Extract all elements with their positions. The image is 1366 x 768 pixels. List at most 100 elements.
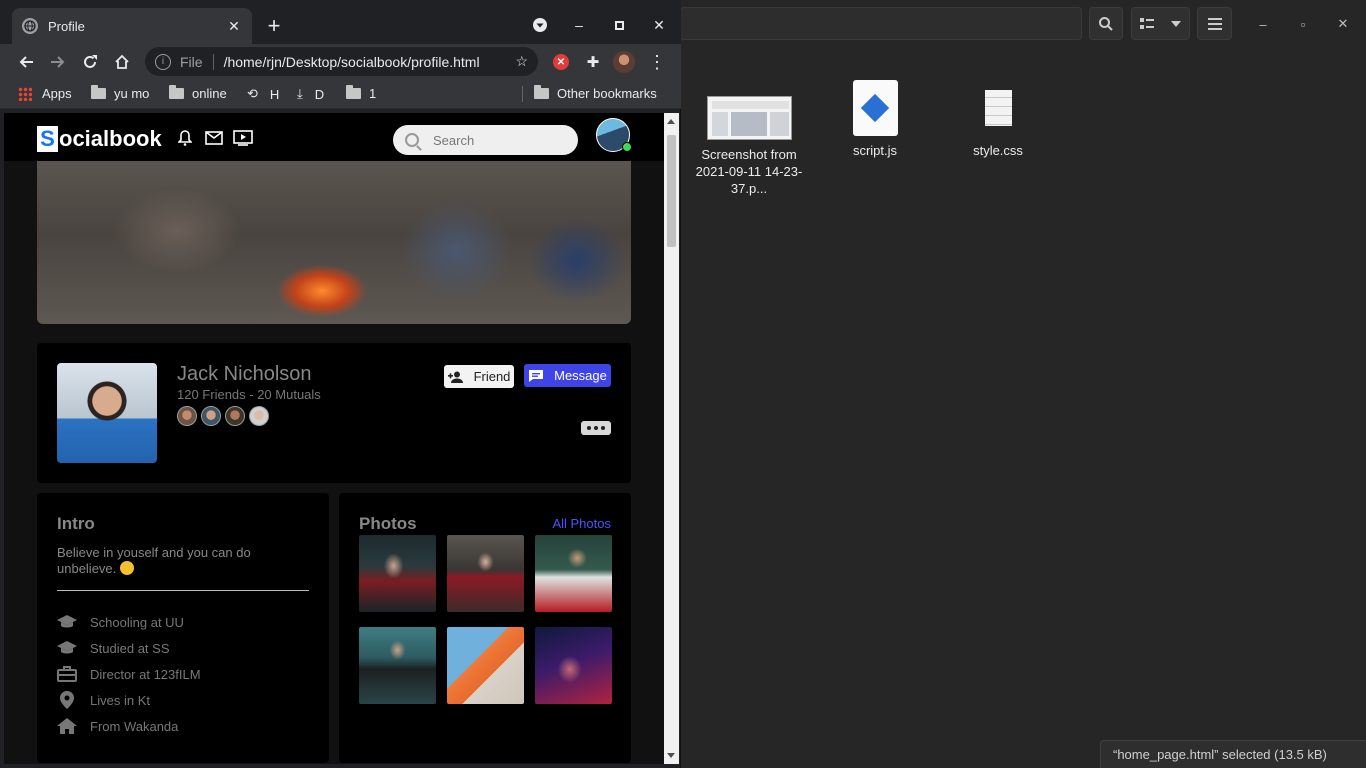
bookmark-d[interactable]: ⤓ D [297,86,324,102]
browser-menu-button[interactable]: ⋮ [644,49,670,75]
browser-window: Profile ✕ + – ✕ i File /home/rjn/Desktop… [0,0,681,768]
file-item[interactable]: style.css [943,80,1053,159]
intro-item: Schooling at UU [57,609,201,635]
intro-list: Schooling at UU Studied at SS Director a… [57,609,201,739]
view-toggle-button[interactable] [1131,7,1190,40]
bookmark-h[interactable]: ⟲ H [247,86,279,102]
mutual-avatar[interactable] [201,406,221,426]
site-navbar: S ocialbook Search [4,113,664,161]
photo-thumbnail[interactable] [447,627,524,704]
scroll-thumb[interactable] [667,135,676,247]
intro-item: Studied at SS [57,635,201,661]
dot [601,426,605,430]
intro-divider [57,590,309,591]
search-placeholder: Search [433,132,475,148]
photo-thumbnail[interactable] [535,627,612,704]
close-button[interactable]: ✕ [1333,14,1353,34]
maximize-button[interactable] [607,14,631,36]
status-bar: “home_page.html” selected (13.5 kB) [1100,740,1366,768]
profile-name: Jack Nicholson [177,363,312,385]
reload-button[interactable] [77,49,103,75]
scroll-up-arrow-icon[interactable] [667,119,675,124]
location-bar[interactable] [680,7,1082,40]
other-bookmarks[interactable]: Other bookmarks [534,85,657,101]
mutual-avatar[interactable] [249,406,269,426]
photo-thumbnail[interactable] [359,535,436,612]
photo-thumbnail[interactable] [535,535,612,612]
list-view-icon [1140,17,1155,29]
maximize-button[interactable]: ▫ [1293,14,1313,34]
message-button[interactable]: Message [524,364,611,387]
notification-button[interactable] [175,129,195,147]
minimize-button[interactable]: – [567,14,591,36]
info-icon[interactable]: i [155,53,171,70]
more-options-button[interactable] [581,421,611,435]
extensions-menu-button[interactable]: ✚ [580,49,606,75]
bookmark-yu-mo[interactable]: yu mo [91,85,150,101]
graduation-cap-icon [57,639,77,657]
new-tab-button[interactable]: + [262,13,286,38]
folder-icon [91,85,106,99]
minimize-button[interactable]: – [1253,14,1273,34]
apps-grid-icon [18,86,32,101]
search-button[interactable] [1089,7,1123,40]
scheme-label: File [180,53,203,70]
bookmark-label: yu mo [114,86,150,101]
friends-count: 120 Friends - 20 Mutuals [177,387,321,402]
forward-button[interactable] [45,49,71,75]
page-scrollbar[interactable] [664,113,679,764]
blocker-extension-icon: ✕ [553,54,569,70]
omnibox[interactable]: i File /home/rjn/Desktop/socialbook/prof… [145,47,538,76]
chevron-down-circle-icon [533,18,547,32]
tab-search-button[interactable] [528,14,552,36]
mutual-avatar[interactable] [177,406,197,426]
intro-quote-text: Believe in youself and you can do unbeli… [57,545,251,576]
mutual-avatar[interactable] [225,406,245,426]
intro-item: Lives in Kt [57,687,201,713]
download-icon: ⤓ [297,86,303,101]
history-icon: ⟲ [247,86,258,101]
video-button[interactable] [233,129,253,147]
site-logo[interactable]: S ocialbook [37,126,162,152]
file-item[interactable]: Screenshot from 2021-09-11 14-23-37.p... [694,96,804,197]
page-viewport: S ocialbook Search Jack Nicholson 120 Fr… [4,113,664,764]
all-photos-link[interactable]: All Photos [552,516,611,531]
intro-panel: Intro Believe in youself and you can do … [37,493,329,763]
bookmarks-divider [522,86,523,102]
tab-profile[interactable]: Profile ✕ [12,8,252,44]
back-button[interactable] [13,49,39,75]
location-pin-icon [57,691,77,709]
star-icon[interactable]: ☆ [515,53,528,70]
bookmark-apps[interactable]: Apps [18,86,72,101]
intro-title: Intro [57,514,95,533]
browser-toolbar: i File /home/rjn/Desktop/socialbook/prof… [0,44,681,79]
close-button[interactable]: ✕ [647,14,671,36]
search-input[interactable]: Search [393,125,578,155]
intro-item: Director at 123fILM [57,661,201,687]
menu-button[interactable] [1197,7,1232,40]
photo-thumbnail[interactable] [447,535,524,612]
add-user-icon [447,371,463,383]
extension-button[interactable]: ✕ [548,49,574,75]
scroll-down-arrow-icon[interactable] [667,753,675,758]
javascript-file-icon [852,80,898,136]
graduation-cap-icon [57,613,77,631]
home-button[interactable] [109,49,135,75]
intro-item-label: From Wakanda [90,718,179,734]
friend-button[interactable]: Friend [444,365,514,388]
online-indicator [622,142,632,152]
bookmark-online[interactable]: online [169,85,227,101]
file-item[interactable]: script.js [820,80,930,159]
image-thumbnail-icon [706,96,792,140]
bookmark-1[interactable]: 1 [346,85,376,101]
nav-avatar[interactable] [596,118,632,152]
message-button-label: Message [554,368,607,383]
inbox-button[interactable] [204,129,224,147]
intro-item-label: Director at 123fILM [90,666,201,682]
tab-close-icon[interactable]: ✕ [226,18,242,34]
intro-item-label: Schooling at UU [90,614,184,630]
profile-button[interactable] [611,49,637,75]
puzzle-icon: ✚ [586,54,600,71]
photo-thumbnail[interactable] [359,627,436,704]
intro-item-label: Studied at SS [90,640,170,656]
